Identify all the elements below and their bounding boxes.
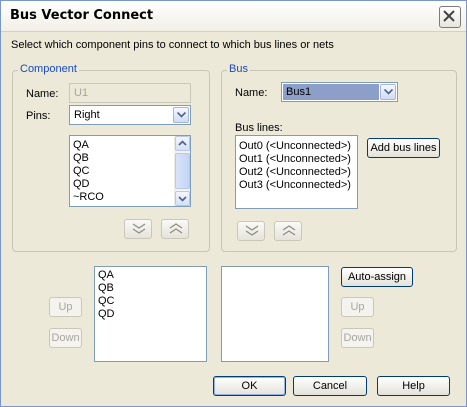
double-chevron-down-icon bbox=[132, 223, 146, 234]
pins-up-button[interactable]: Up bbox=[49, 297, 82, 317]
move-pin-up-button[interactable] bbox=[161, 219, 189, 239]
pins-list[interactable]: QA QB QC QD ~RCO ~ bbox=[69, 135, 191, 207]
pins-dropdown-button[interactable] bbox=[173, 107, 189, 123]
component-group-label: Component bbox=[18, 63, 79, 75]
auto-assign-button[interactable]: Auto-assign bbox=[341, 267, 413, 287]
bus-line-item[interactable]: Out2 (<Unconnected>) bbox=[239, 166, 351, 179]
component-name-label: Name: bbox=[26, 88, 59, 100]
chevron-down-icon bbox=[178, 196, 187, 202]
pins-list-item[interactable]: QD bbox=[73, 178, 90, 191]
bus-lines-label: Bus lines: bbox=[235, 122, 283, 134]
help-button[interactable]: Help bbox=[377, 376, 450, 396]
dialog-body: Select which component pins to connect t… bbox=[1, 32, 466, 406]
scroll-thumb[interactable] bbox=[175, 153, 190, 189]
scroll-down-button[interactable] bbox=[175, 191, 190, 206]
pins-label: Pins: bbox=[26, 110, 51, 122]
bus-name-dropdown[interactable]: Bus1 bbox=[281, 82, 398, 102]
move-pin-down-button[interactable] bbox=[124, 219, 152, 239]
bus-name-dropdown-button[interactable] bbox=[380, 84, 396, 100]
pins-list-item[interactable]: QB bbox=[73, 152, 89, 165]
close-button[interactable] bbox=[439, 6, 461, 28]
bus-name-value: Bus1 bbox=[286, 86, 312, 98]
bus-line-item[interactable]: Out3 (<Unconnected>) bbox=[239, 179, 351, 192]
selected-pin-item[interactable]: QD bbox=[98, 308, 115, 321]
window-title: Bus Vector Connect bbox=[10, 8, 154, 23]
bus-lines-list[interactable]: Out0 (<Unconnected>) Out1 (<Unconnected>… bbox=[235, 135, 358, 209]
selected-pin-item[interactable]: QA bbox=[98, 269, 114, 282]
bus-line-item[interactable]: Out1 (<Unconnected>) bbox=[239, 153, 351, 166]
bus-lines-down-button[interactable]: Down bbox=[341, 328, 374, 348]
pins-down-button[interactable]: Down bbox=[49, 328, 82, 348]
pins-list-item[interactable]: ~RCO bbox=[73, 191, 104, 204]
bus-group-label: Bus bbox=[227, 63, 250, 75]
selected-pin-item[interactable]: QC bbox=[98, 295, 115, 308]
chevron-up-icon bbox=[178, 140, 187, 146]
close-icon bbox=[443, 10, 455, 22]
double-chevron-up-icon bbox=[169, 223, 183, 234]
move-bus-line-down-button[interactable] bbox=[237, 221, 265, 241]
pins-dropdown[interactable]: Right bbox=[69, 105, 191, 125]
bus-name-label: Name: bbox=[235, 87, 268, 99]
component-name-value: U1 bbox=[74, 87, 89, 99]
selected-pin-item[interactable]: QB bbox=[98, 282, 114, 295]
add-bus-lines-button[interactable]: Add bus lines bbox=[367, 138, 440, 158]
instruction-text: Select which component pins to connect t… bbox=[11, 39, 334, 51]
pins-list-scrollbar[interactable] bbox=[174, 136, 190, 206]
selected-pins-list[interactable]: QA QB QC QD bbox=[94, 266, 207, 362]
pins-list-item[interactable]: QA bbox=[73, 139, 89, 152]
chevron-down-icon bbox=[177, 112, 186, 118]
bus-lines-up-button[interactable]: Up bbox=[341, 297, 374, 317]
scroll-up-button[interactable] bbox=[175, 136, 190, 151]
chevron-down-icon bbox=[384, 89, 393, 95]
cancel-button[interactable]: Cancel bbox=[293, 376, 367, 396]
bus-line-item[interactable]: Out0 (<Unconnected>) bbox=[239, 140, 351, 153]
pins-dropdown-value: Right bbox=[74, 109, 100, 121]
double-chevron-up-icon bbox=[282, 225, 296, 236]
dialog-window: Bus Vector Connect Select which componen… bbox=[0, 0, 467, 407]
double-chevron-down-icon bbox=[245, 225, 259, 236]
component-name-field: U1 bbox=[69, 83, 191, 103]
assigned-bus-lines-list[interactable] bbox=[221, 266, 329, 362]
pins-list-item[interactable]: QC bbox=[73, 165, 90, 178]
move-bus-line-up-button[interactable] bbox=[274, 221, 302, 241]
pins-list-item[interactable]: ~ bbox=[73, 204, 79, 206]
ok-button[interactable]: OK bbox=[213, 376, 286, 396]
title-bar: Bus Vector Connect bbox=[1, 1, 466, 32]
